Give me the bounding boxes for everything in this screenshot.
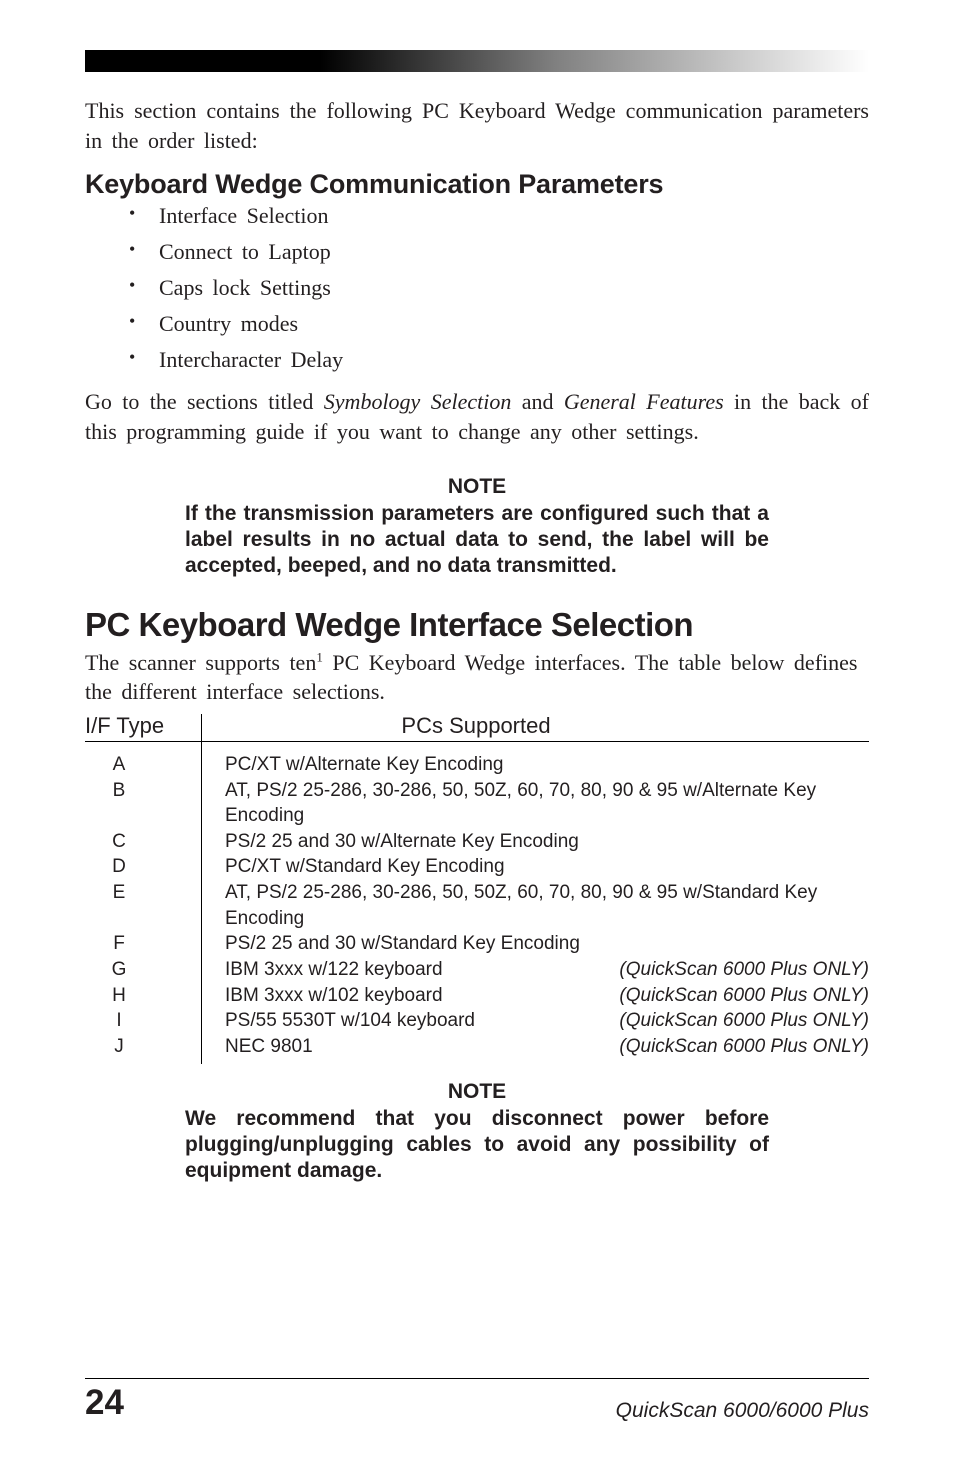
cell-note <box>849 854 869 880</box>
cell-note: (QuickScan 6000 Plus ONLY) <box>599 957 869 983</box>
text-span: Go to the sections titled <box>85 389 324 414</box>
table-body: A PC/XT w/Alternate Key Encoding B AT, PS/… <box>85 742 869 1060</box>
note-block-2: NOTE <box>85 1080 869 1104</box>
list-item: Caps lock Settings <box>159 275 869 301</box>
sub-body-paragraph: The scanner supports ten1 PC Keyboard We… <box>85 648 869 707</box>
emphasis: General Features <box>564 389 724 414</box>
table-row: C PS/2 25 and 30 w/Alternate Key Encoding <box>85 829 869 855</box>
cell-desc: PS/2 25 and 30 w/Standard Key Encoding <box>225 931 849 957</box>
cell-desc: PC/XT w/Standard Key Encoding <box>225 854 849 880</box>
cell-type: A <box>85 752 203 778</box>
parameter-list: Interface Selection Connect to Laptop Ca… <box>85 203 869 373</box>
table-row: G IBM 3xxx w/122 keyboard(QuickScan 6000 … <box>85 957 869 983</box>
cell-desc: AT, PS/2 25-286, 30-286, 50, 50Z, 60, 70… <box>225 880 849 931</box>
cell-type: D <box>85 854 203 880</box>
cell-note <box>849 829 869 855</box>
cell-type: B <box>85 778 203 829</box>
table-row: H IBM 3xxx w/102 keyboard(QuickScan 6000 … <box>85 983 869 1009</box>
cell-desc: PS/55 5530T w/104 keyboard <box>225 1008 599 1034</box>
list-item: Connect to Laptop <box>159 239 869 265</box>
cell-type: G <box>85 957 203 983</box>
text-span: The scanner supports ten <box>85 650 316 675</box>
note-title: NOTE <box>448 475 506 499</box>
table-row: F PS/2 25 and 30 w/Standard Key Encoding <box>85 931 869 957</box>
cell-type: J <box>85 1034 203 1060</box>
intro-paragraph: This section contains the following PC K… <box>85 96 869 155</box>
note-body-2: We recommend that you disconnect power b… <box>185 1106 769 1185</box>
table-row: E AT, PS/2 25-286, 30-286, 50, 50Z, 60, 7… <box>85 880 869 931</box>
cell-desc: IBM 3xxx w/102 keyboard <box>225 983 599 1009</box>
cell-type: C <box>85 829 203 855</box>
cell-note: (QuickScan 6000 Plus ONLY) <box>599 1008 869 1034</box>
cell-type: F <box>85 931 203 957</box>
page-number: 24 <box>85 1383 124 1423</box>
table-row: B AT, PS/2 25-286, 30-286, 50, 50Z, 60, 7… <box>85 778 869 829</box>
cell-type: H <box>85 983 203 1009</box>
cell-desc: NEC 9801 <box>225 1034 599 1060</box>
note-body-1: If the transmission parameters are confi… <box>185 501 769 580</box>
cell-desc: PS/2 25 and 30 w/Alternate Key Encoding <box>225 829 849 855</box>
interface-table: I/F Type PCs Supported A PC/XT w/Alternat… <box>85 713 869 1060</box>
cell-note <box>849 931 869 957</box>
header-gradient-bar <box>85 50 869 72</box>
cell-note <box>849 880 869 931</box>
cell-note: (QuickScan 6000 Plus ONLY) <box>599 983 869 1009</box>
list-item: Intercharacter Delay <box>159 347 869 373</box>
table-header: I/F Type PCs Supported <box>85 713 869 742</box>
cell-note <box>849 778 869 829</box>
list-item: Interface Selection <box>159 203 869 229</box>
note-title: NOTE <box>448 1080 506 1104</box>
model-label: QuickScan 6000/6000 Plus <box>616 1399 869 1423</box>
list-item: Country modes <box>159 311 869 337</box>
cell-desc: PC/XT w/Alternate Key Encoding <box>225 752 849 778</box>
emphasis: Symbology Selection <box>324 389 512 414</box>
cell-note: (QuickScan 6000 Plus ONLY) <box>599 1034 869 1060</box>
cell-desc: IBM 3xxx w/122 keyboard <box>225 957 599 983</box>
cell-desc: AT, PS/2 25-286, 30-286, 50, 50Z, 60, 70… <box>225 778 849 829</box>
main-heading: PC Keyboard Wedge Interface Selection <box>85 606 869 644</box>
cell-note <box>849 752 869 778</box>
cell-type: E <box>85 880 203 931</box>
table-row: D PC/XT w/Standard Key Encoding <box>85 854 869 880</box>
table-row: I PS/55 5530T w/104 keyboard(QuickScan 60… <box>85 1008 869 1034</box>
table-divider <box>201 714 202 1064</box>
section-heading: Keyboard Wedge Communication Parameters <box>85 169 869 200</box>
text-span: and <box>511 389 564 414</box>
table-row: J NEC 9801(QuickScan 6000 Plus ONLY) <box>85 1034 869 1060</box>
table-row: A PC/XT w/Alternate Key Encoding <box>85 752 869 778</box>
page-footer: 24 QuickScan 6000/6000 Plus <box>85 1378 869 1423</box>
guide-paragraph: Go to the sections titled Symbology Sele… <box>85 387 869 446</box>
note-block-1: NOTE <box>85 475 869 499</box>
cell-type: I <box>85 1008 203 1034</box>
table-header-supported: PCs Supported <box>143 713 809 739</box>
